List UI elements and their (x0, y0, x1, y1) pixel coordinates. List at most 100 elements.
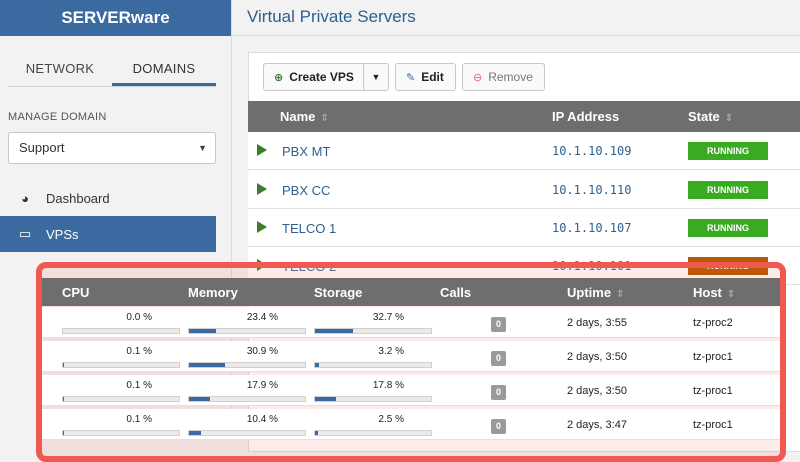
status-badge: RUNNING (688, 181, 768, 199)
vps-ip: 10.1.10.109 (552, 144, 631, 158)
memory-percent: 10.4 % (188, 414, 278, 425)
cpu-percent: 0.1 % (62, 414, 152, 425)
vps-name[interactable]: PBX CC (282, 183, 330, 198)
column-label: Storage (314, 285, 362, 300)
remove-button[interactable]: ⊖ Remove (462, 63, 545, 91)
tab-domains[interactable]: DOMAINS (112, 56, 216, 86)
column-label: Memory (188, 285, 238, 300)
memory-usage-fill (189, 363, 225, 367)
sidebar-tabs: NETWORK DOMAINS (8, 56, 216, 87)
column-label: Calls (440, 285, 471, 300)
host-value: tz-proc2 (693, 317, 733, 329)
play-icon[interactable] (257, 144, 267, 156)
memory-usage-bar (188, 362, 306, 368)
column-label: CPU (62, 285, 89, 300)
uptime-value: 2 days, 3:50 (567, 385, 627, 397)
storage-usage-fill (315, 363, 319, 367)
table-row[interactable]: 0.1 %30.9 %3.2 %02 days, 3:50tz-proc1 (42, 341, 780, 372)
table-row[interactable]: PBX MT 10.1.10.109 RUNNING (248, 132, 800, 170)
table-row[interactable]: 0.1 %17.9 %17.8 %02 days, 3:50tz-proc1 (42, 375, 780, 406)
host-value: tz-proc1 (693, 351, 733, 363)
manage-domain-label: MANAGE DOMAIN (8, 111, 107, 123)
sidebar-item-vpss[interactable]: ▭ VPSs (0, 216, 216, 252)
sidebar-item-label: Dashboard (46, 191, 110, 206)
column-calls[interactable]: Calls (440, 285, 471, 300)
storage-usage-bar (314, 396, 432, 402)
sidebar-item-dashboard[interactable]: ◕ Dashboard (0, 180, 216, 216)
remove-label: Remove (488, 70, 533, 84)
uptime-value: 2 days, 3:50 (567, 351, 627, 363)
calls-badge: 0 (491, 419, 506, 434)
column-storage[interactable]: Storage (314, 285, 362, 300)
edit-icon: ✎ (406, 71, 415, 84)
storage-usage-bar (314, 430, 432, 436)
minus-circle-icon: ⊖ (473, 71, 482, 84)
play-icon[interactable] (257, 221, 267, 233)
page-header: Virtual Private Servers (232, 0, 800, 36)
column-cpu[interactable]: CPU (62, 285, 89, 300)
page-title: Virtual Private Servers (247, 7, 416, 27)
column-state[interactable]: State ⇕ (688, 109, 733, 124)
vps-name[interactable]: TELCO 1 (282, 221, 336, 236)
table-row[interactable]: 0.1 %10.4 %2.5 %02 days, 3:47tz-proc1 (42, 409, 780, 440)
storage-percent: 2.5 % (314, 414, 404, 425)
create-vps-label: Create VPS (289, 70, 354, 84)
cpu-usage-bar (62, 328, 180, 334)
storage-usage-bar (314, 328, 432, 334)
storage-usage-fill (315, 397, 336, 401)
column-name[interactable]: Name ⇕ (280, 109, 329, 124)
storage-usage-bar (314, 362, 432, 368)
sort-icon: ⇕ (616, 289, 624, 300)
column-label: State (688, 109, 720, 124)
tab-network[interactable]: NETWORK (8, 56, 112, 86)
memory-percent: 23.4 % (188, 312, 278, 323)
column-host[interactable]: Host ⇕ (693, 285, 735, 300)
edit-button[interactable]: ✎ Edit (395, 63, 456, 91)
vps-ip: 10.1.10.110 (552, 183, 631, 197)
status-badge: RUNNING (688, 219, 768, 237)
sort-icon: ⇕ (725, 113, 733, 124)
memory-usage-fill (189, 329, 216, 333)
storage-usage-fill (315, 431, 318, 435)
cpu-percent: 0.0 % (62, 312, 152, 323)
memory-percent: 17.9 % (188, 380, 278, 391)
storage-percent: 32.7 % (314, 312, 404, 323)
caret-down-icon: ▼ (372, 72, 381, 82)
uptime-value: 2 days, 3:55 (567, 317, 627, 329)
memory-usage-bar (188, 328, 306, 334)
domain-select[interactable]: Support ▼ (8, 132, 216, 164)
memory-usage-fill (189, 397, 210, 401)
table-row[interactable]: 0.0 %23.4 %32.7 %02 days, 3:55tz-proc2 (42, 307, 780, 338)
calls-badge: 0 (491, 351, 506, 366)
column-label: Name (280, 109, 315, 124)
sort-icon: ⇕ (727, 289, 735, 300)
caret-down-icon: ▼ (198, 133, 207, 163)
stats-table-header: CPU Memory Storage Calls Uptime⇕ Host ⇕ (42, 278, 780, 306)
column-uptime[interactable]: Uptime⇕ (567, 285, 624, 300)
column-label: Host (693, 285, 722, 300)
column-ip-address[interactable]: IP Address (552, 109, 619, 124)
vps-table-header: Name ⇕ IP Address State ⇕ (248, 101, 800, 132)
play-icon[interactable] (257, 183, 267, 195)
create-vps-dropdown-button[interactable]: ▼ (363, 63, 389, 91)
cpu-percent: 0.1 % (62, 346, 152, 357)
edit-label: Edit (421, 70, 444, 84)
storage-percent: 17.8 % (314, 380, 404, 391)
cpu-usage-bar (62, 430, 180, 436)
dashboard-icon: ◕ (16, 191, 34, 206)
sort-icon: ⇕ (320, 113, 328, 124)
memory-usage-bar (188, 430, 306, 436)
plus-circle-icon: ⊕ (274, 71, 283, 84)
cpu-usage-bar (62, 396, 180, 402)
table-row[interactable]: TELCO 1 10.1.10.107 RUNNING (248, 209, 800, 247)
create-vps-button[interactable]: ⊕ Create VPS (263, 63, 368, 91)
host-value: tz-proc1 (693, 385, 733, 397)
laptop-icon: ▭ (16, 226, 34, 242)
column-label: IP Address (552, 109, 619, 124)
column-memory[interactable]: Memory (188, 285, 238, 300)
table-row[interactable]: PBX CC 10.1.10.110 RUNNING (248, 171, 800, 209)
domain-select-value: Support (19, 140, 65, 155)
host-value: tz-proc1 (693, 419, 733, 431)
storage-usage-fill (315, 329, 353, 333)
vps-name[interactable]: PBX MT (282, 144, 330, 159)
